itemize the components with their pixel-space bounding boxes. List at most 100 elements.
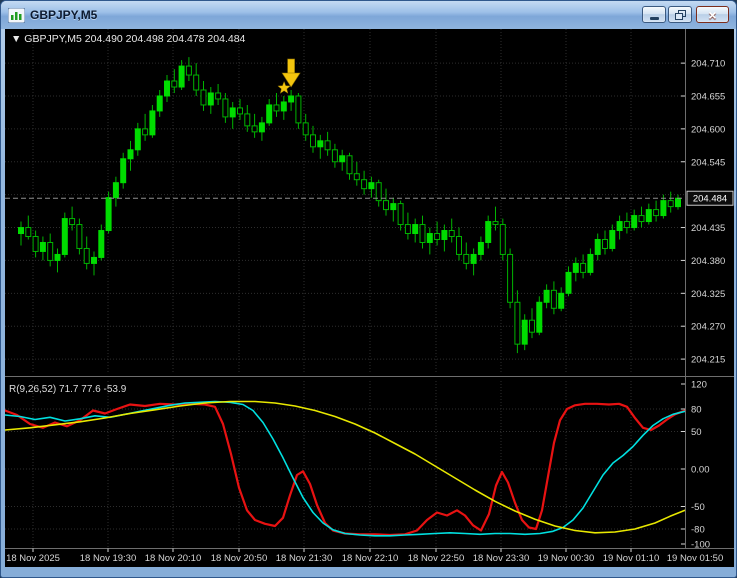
candle-body (485, 221, 492, 243)
price-axis-label: 204.380 (691, 256, 725, 267)
candle-body (492, 221, 499, 226)
candle-body (200, 89, 207, 106)
candle-body (251, 125, 258, 133)
candle-body (18, 227, 24, 235)
candle-body (193, 74, 200, 91)
candle-body (237, 107, 243, 115)
price-axis-label: 204.545 (691, 157, 725, 168)
candle-body (127, 149, 134, 160)
minimize-button[interactable] (642, 6, 666, 23)
candle-body (514, 301, 521, 345)
candle-body (156, 95, 163, 112)
time-axis-label: 19 Nov 01:50 (667, 553, 724, 564)
candle-body (368, 182, 375, 190)
window-title: GBPJPY,M5 (30, 8, 98, 22)
price-axis-label: 204.435 (691, 223, 725, 234)
candle-body (76, 224, 83, 249)
time-axis-label: 19 Nov 00:30 (538, 553, 595, 564)
candle-body (266, 104, 273, 124)
candle-body (448, 230, 455, 238)
candle-body (653, 209, 660, 217)
candle-body (426, 233, 433, 243)
candle-body (69, 218, 76, 226)
candle-body (317, 140, 324, 148)
candle-body (244, 113, 251, 127)
candle-body (54, 253, 61, 261)
candle-body (441, 230, 448, 240)
candle-body (258, 122, 265, 133)
minimize-icon (649, 16, 659, 20)
candle-body (105, 197, 112, 232)
candle-body (543, 289, 550, 303)
candle-body (404, 224, 411, 235)
candle-body (587, 253, 594, 273)
time-axis-label: 18 Nov 20:50 (211, 553, 268, 564)
candle-body (397, 203, 404, 226)
price-axis-label: 204.600 (691, 124, 725, 135)
time-axis-label: 19 Nov 01:10 (603, 553, 660, 564)
candle-body (667, 200, 674, 208)
indicator-axis-label: 0.00 (691, 465, 710, 476)
candle-body (120, 158, 127, 184)
time-axis-label: 18 Nov 22:50 (408, 553, 465, 564)
candle-body (142, 128, 149, 136)
candle-body (295, 95, 302, 124)
candle-body (171, 80, 178, 88)
candle-body (594, 238, 601, 255)
time-axis-label: 18 Nov 22:10 (342, 553, 399, 564)
candle-body (463, 253, 470, 264)
restore-button[interactable] (668, 6, 692, 23)
candle-body (565, 271, 572, 294)
time-axis-label: 18 Nov 20:10 (145, 553, 202, 564)
candle-body (572, 262, 579, 273)
candle-body (32, 236, 39, 252)
candle-body (609, 230, 616, 249)
chart-window: GBPJPY,M5 × 204.710 204.655 204.600 204.545… (0, 0, 737, 578)
candle-body (229, 107, 236, 118)
time-axis-label: 18 Nov 19:30 (80, 553, 137, 564)
candle-body (310, 134, 316, 148)
chart-window-icon (7, 7, 26, 23)
candle-body (98, 230, 105, 258)
close-button[interactable]: × (696, 6, 729, 23)
price-axis-label: 204.270 (691, 322, 725, 333)
indicator-axis-label: 80 (691, 405, 702, 416)
candle-body (207, 92, 214, 106)
candle-body (645, 209, 652, 223)
candle-body (638, 215, 645, 223)
indicator-name-label: R(9,26,52) 71.7 77.6 -53.9 (9, 384, 127, 395)
candle-body (631, 215, 638, 229)
candle-body (390, 203, 397, 211)
candle-body (499, 224, 506, 255)
candle-body (185, 65, 192, 76)
price-axis-label: 204.325 (691, 289, 725, 300)
candle-body (222, 98, 229, 118)
candle-body (346, 155, 353, 175)
candle-body (339, 155, 346, 163)
candle-body (324, 140, 331, 151)
time-axis-label: 18 Nov 21:30 (276, 553, 333, 564)
candle-body (558, 292, 565, 309)
price-chart[interactable]: 204.710 204.655 204.600 204.545 204.435 204.3… (3, 29, 734, 567)
signal-arrow-icon (287, 58, 295, 75)
candle-body (675, 197, 681, 208)
candle-body (39, 241, 46, 252)
candle-body (623, 221, 630, 229)
chart-client-area: 204.710 204.655 204.600 204.545 204.435 204.3… (3, 29, 734, 567)
candle-body (361, 179, 368, 190)
candle-body (550, 289, 557, 309)
title-bar[interactable]: GBPJPY,M5 × (1, 1, 736, 29)
candle-body (83, 247, 90, 264)
candle-body (419, 224, 426, 243)
indicator-axis-label: -80 (691, 525, 705, 536)
window-frame-bottom (1, 565, 736, 577)
candle-body (470, 253, 477, 264)
price-axis-label: 204.215 (691, 355, 725, 366)
candle-body (273, 104, 280, 112)
candle-body (521, 319, 528, 345)
candle-body (660, 200, 667, 217)
chart-ohlc-label: ▼ GBPJPY,M5 204.490 204.498 204.478 204.… (11, 33, 246, 45)
restore-icon (674, 9, 686, 20)
candle-body (280, 101, 287, 112)
price-axis-label: 204.710 (691, 59, 725, 70)
